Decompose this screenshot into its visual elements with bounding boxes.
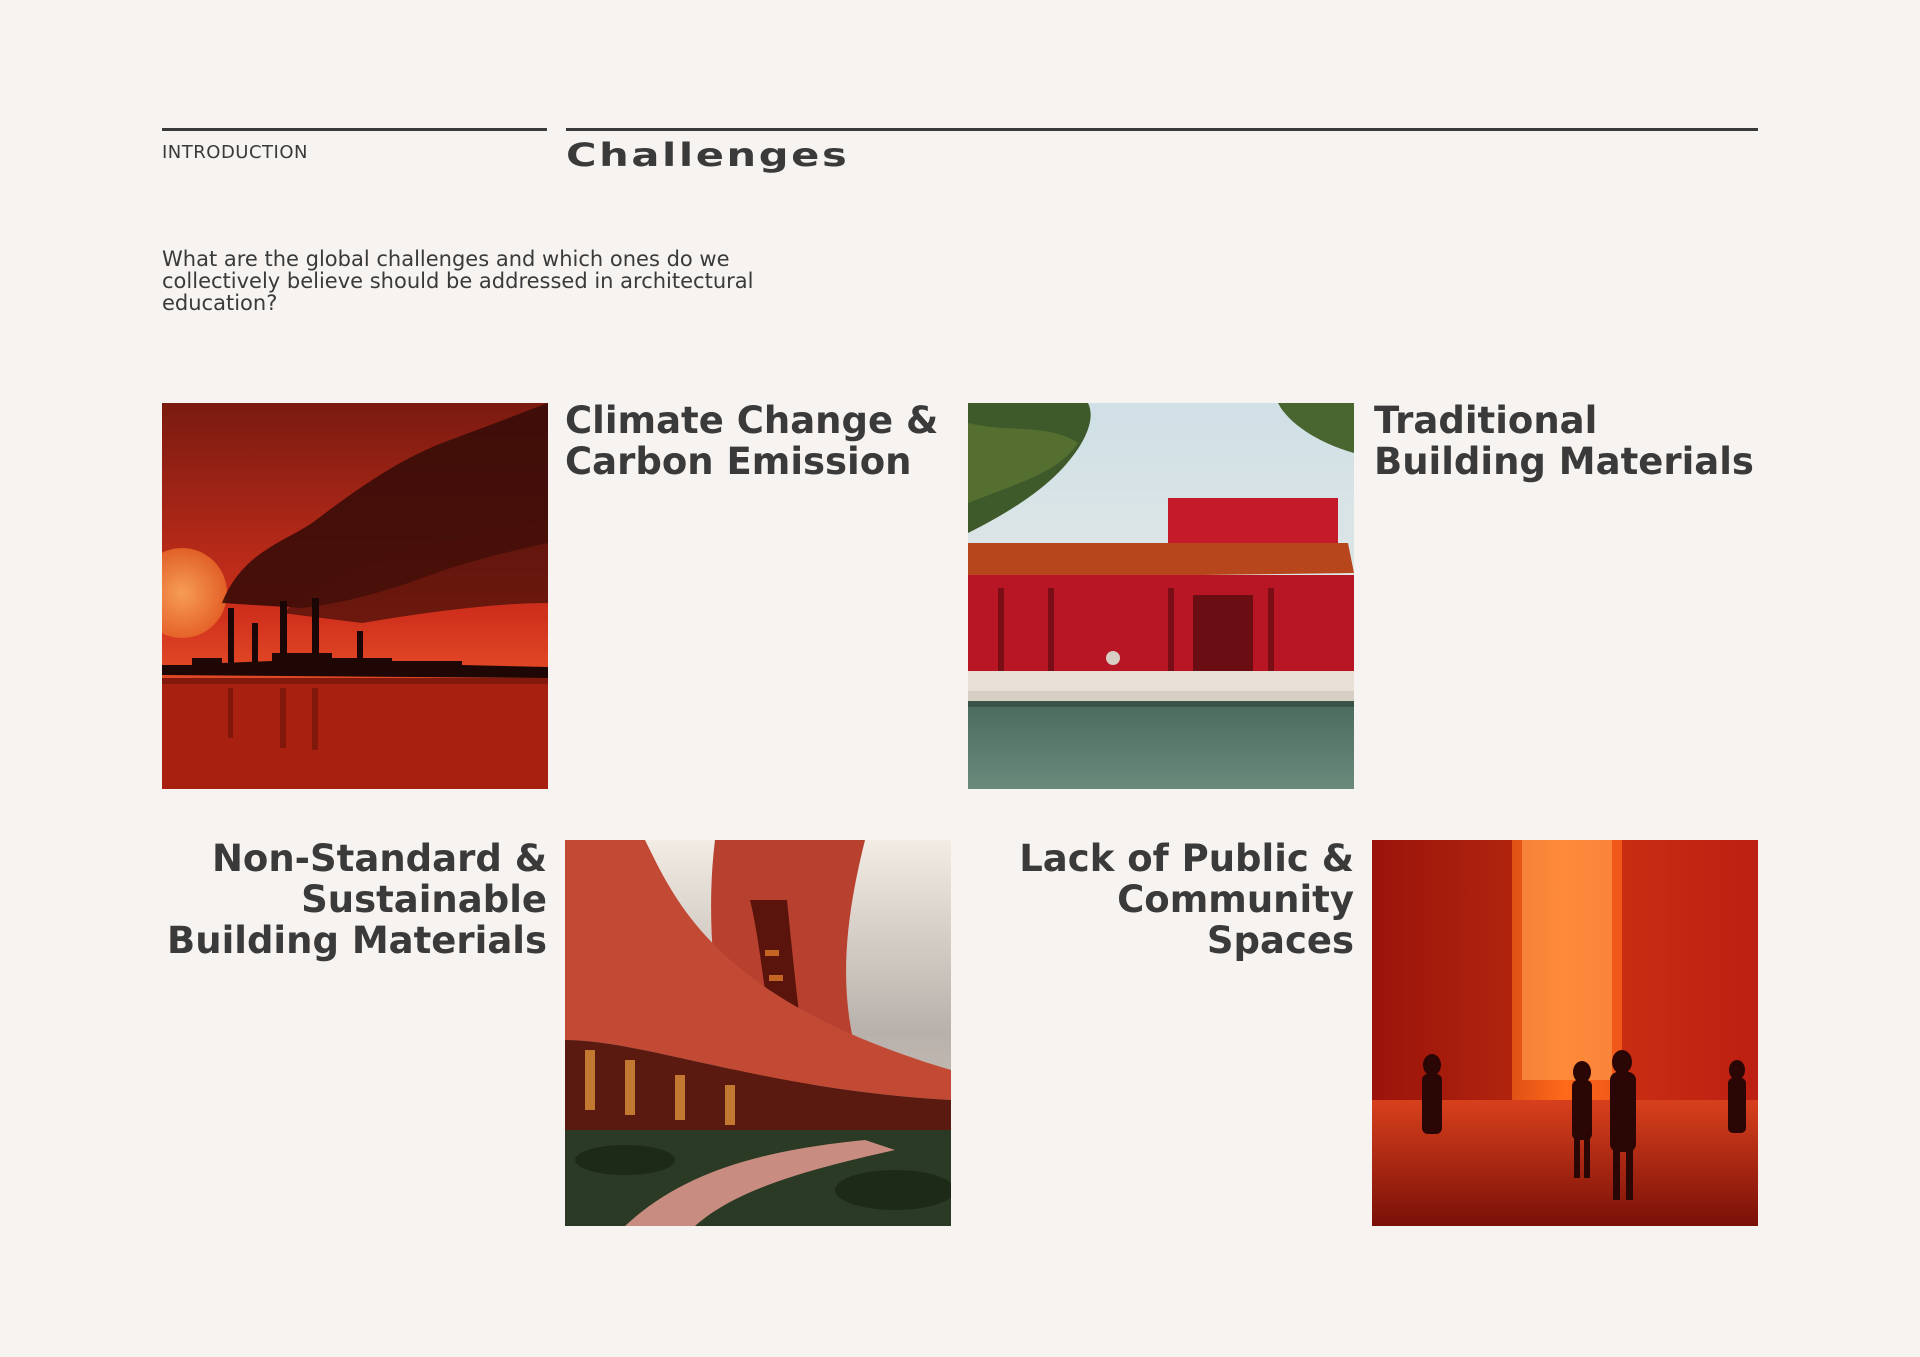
section-label: INTRODUCTION bbox=[162, 142, 308, 163]
header-rule-right bbox=[566, 128, 1758, 131]
red-corridor-people-image bbox=[1372, 840, 1758, 1226]
page-title: Challenges bbox=[566, 136, 850, 174]
challenge-title-non-standard: Non-Standard & Sustainable Building Mate… bbox=[167, 837, 547, 962]
curved-red-building-image bbox=[565, 840, 951, 1226]
red-courtyard-house-image bbox=[968, 403, 1354, 789]
header-rule-left bbox=[162, 128, 547, 131]
intro-question: What are the global challenges and which… bbox=[162, 247, 754, 315]
challenge-title-climate: Climate Change & Carbon Emission bbox=[565, 399, 939, 483]
factory-smoke-image bbox=[162, 403, 548, 789]
challenge-title-public-spaces: Lack of Public & Community Spaces bbox=[1019, 837, 1354, 962]
challenge-title-traditional: Traditional Building Materials bbox=[1374, 399, 1754, 483]
